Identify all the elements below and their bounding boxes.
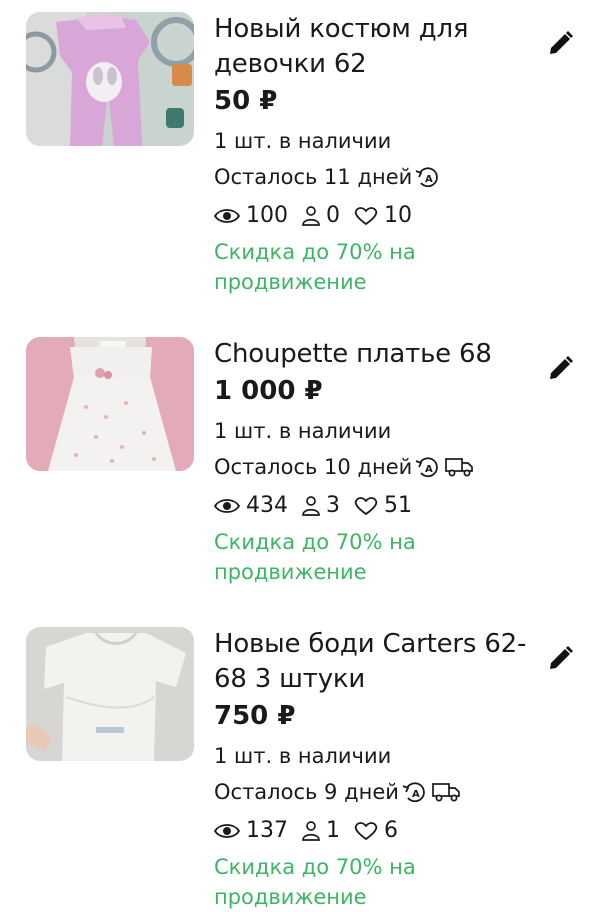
promo-link[interactable]: Скидка до 70% на продвижение <box>214 852 544 912</box>
eye-icon <box>214 209 240 223</box>
contacts-count: 3 <box>326 493 340 518</box>
person-icon <box>302 206 320 226</box>
stats-row: 100 0 10 <box>214 197 544 235</box>
stats-row: 137 1 6 <box>214 812 544 850</box>
stock-text: 1 шт. в наличии <box>214 419 392 443</box>
remaining-text: Осталось 10 дней <box>214 455 413 479</box>
listing-photo[interactable] <box>26 337 194 471</box>
eye-icon <box>214 499 240 513</box>
listing-price: 50 ₽ <box>214 86 278 116</box>
remaining-row: Осталось 9 дней A <box>214 774 544 810</box>
eye-icon <box>214 824 240 838</box>
heart-icon <box>354 822 378 841</box>
contacts-count: 1 <box>326 818 340 843</box>
stock-text: 1 шт. в наличии <box>214 129 392 153</box>
views-stat: 434 <box>214 487 288 525</box>
favorites-stat: 51 <box>354 487 412 525</box>
edit-button[interactable] <box>546 30 574 58</box>
listing-price: 750 ₽ <box>214 701 296 731</box>
remaining-text: Осталось 11 дней <box>214 165 413 189</box>
listing-title[interactable]: Новый костюм для девочки 62 <box>214 12 544 82</box>
favorites-count: 6 <box>384 818 398 843</box>
remaining-text: Осталось 9 дней <box>214 780 399 804</box>
views-count: 137 <box>246 818 288 843</box>
pencil-icon <box>550 356 573 379</box>
listing-price: 1 000 ₽ <box>214 376 323 406</box>
listing-photo[interactable] <box>26 627 194 761</box>
promo-link[interactable]: Скидка до 70% на продвижение <box>214 527 544 587</box>
favorites-stat: 10 <box>354 197 412 235</box>
listing-photo[interactable] <box>26 12 194 146</box>
svg-text:A: A <box>412 789 420 800</box>
stats-row: 434 3 51 <box>214 487 544 525</box>
favorites-count: 10 <box>384 203 412 228</box>
heart-icon <box>354 207 378 226</box>
favorites-count: 51 <box>384 493 412 518</box>
pencil-icon <box>550 646 573 669</box>
contacts-stat: 0 <box>302 197 340 235</box>
promo-link[interactable]: Скидка до 70% на продвижение <box>214 237 544 297</box>
favorites-stat: 6 <box>354 812 398 850</box>
svg-text:A: A <box>425 174 433 185</box>
edit-button[interactable] <box>546 645 574 673</box>
edit-button[interactable] <box>546 355 574 383</box>
person-icon <box>302 496 320 516</box>
pencil-icon <box>550 31 573 54</box>
truck-icon <box>431 781 461 803</box>
auto-renew-icon: A <box>415 455 441 479</box>
remaining-row: Осталось 11 дней A <box>214 159 544 195</box>
contacts-count: 0 <box>326 203 340 228</box>
person-icon <box>302 821 320 841</box>
contacts-stat: 1 <box>302 812 340 850</box>
views-stat: 137 <box>214 812 288 850</box>
remaining-row: Осталось 10 дней A <box>214 449 544 485</box>
contacts-stat: 3 <box>302 487 340 525</box>
svg-text:A: A <box>425 464 433 475</box>
stock-text: 1 шт. в наличии <box>214 744 392 768</box>
heart-icon <box>354 497 378 516</box>
auto-renew-icon: A <box>415 165 441 189</box>
truck-icon <box>444 456 474 478</box>
views-count: 100 <box>246 203 288 228</box>
views-stat: 100 <box>214 197 288 235</box>
listing-title[interactable]: Choupette платье 68 <box>214 337 544 372</box>
auto-renew-icon: A <box>402 780 428 804</box>
views-count: 434 <box>246 493 288 518</box>
listing-title[interactable]: Новые боди Carters 62-68 3 штуки <box>214 627 544 697</box>
